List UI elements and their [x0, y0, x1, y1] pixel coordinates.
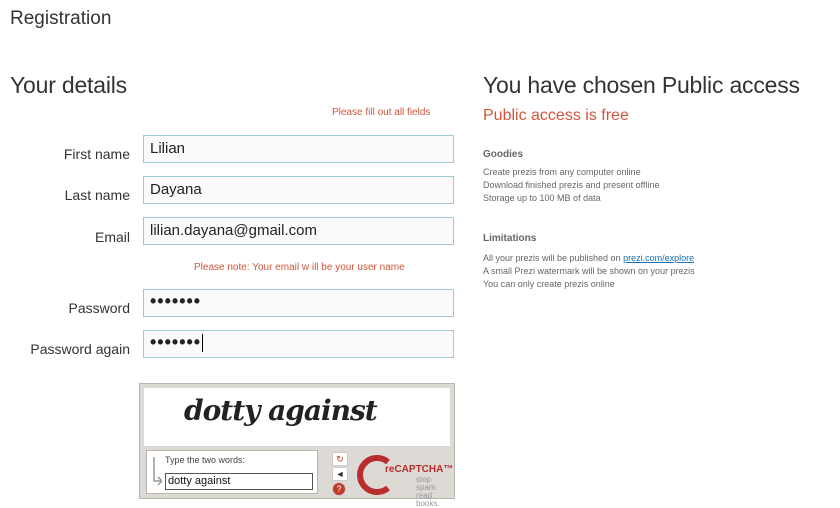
help-icon[interactable]: ?: [332, 482, 346, 496]
password-label: Password: [68, 300, 130, 316]
recaptcha-brand: reCAPTCHA™: [385, 464, 454, 475]
access-price: Public access is free: [483, 107, 629, 124]
captcha-response-input[interactable]: dotty against: [165, 473, 313, 490]
captcha-image: dotty against: [144, 388, 450, 446]
password-again-input[interactable]: •••••••: [143, 330, 454, 358]
required-fields-note: Please fill out all fields: [332, 107, 431, 118]
list-item: Create prezis from any computer online: [483, 167, 641, 177]
first-name-input[interactable]: Lilian: [143, 135, 454, 163]
access-heading: You have chosen Public access: [483, 72, 800, 98]
prezi-explore-link[interactable]: prezi.com/explore: [623, 253, 694, 263]
recaptcha-tagline: stop spam. read books.: [416, 475, 440, 508]
password-again-dots: •••••••: [150, 332, 202, 352]
bracket-arrow-icon: [153, 457, 162, 486]
goodies-list: Create prezis from any computer online D…: [483, 166, 659, 205]
page-title: Registration: [10, 8, 112, 29]
limitations-list: All your prezis will be published on pre…: [483, 252, 695, 291]
goodies-title: Goodies: [483, 149, 524, 160]
list-item: A small Prezi watermark will be shown on…: [483, 266, 695, 276]
password-input[interactable]: •••••••: [143, 289, 454, 317]
last-name-input[interactable]: Dayana: [143, 176, 454, 204]
list-item: Storage up to 100 MB of data: [483, 193, 601, 203]
reload-icon[interactable]: ↻: [332, 452, 348, 466]
email-username-note: Please note: Your email w ill be your us…: [194, 262, 405, 273]
recaptcha-widget: dotty against Type the two words: dotty …: [139, 383, 455, 508]
email-input[interactable]: lilian.dayana@gmail.com: [143, 217, 454, 245]
list-item: Download finished prezis and present off…: [483, 180, 660, 190]
text-caret: [202, 334, 204, 353]
limitations-title: Limitations: [483, 233, 537, 244]
audio-icon[interactable]: ◄: [332, 467, 348, 481]
last-name-label: Last name: [64, 187, 130, 203]
list-item: All your prezis will be published on pre…: [483, 253, 695, 263]
email-label: Email: [94, 229, 130, 245]
first-name-label: First name: [63, 146, 130, 162]
password-again-label: Password again: [30, 341, 130, 357]
list-item: You can only create prezis online: [483, 279, 615, 289]
captcha-prompt: Type the two words:: [165, 455, 246, 465]
password-dots: •••••••: [150, 291, 202, 311]
recaptcha-logo: reCAPTCHA™ stop spam. read books.: [354, 452, 454, 508]
captcha-words: dotty against: [184, 394, 378, 427]
your-details-heading: Your details: [10, 72, 127, 98]
captcha-entry-box: Type the two words: dotty against: [146, 450, 318, 494]
